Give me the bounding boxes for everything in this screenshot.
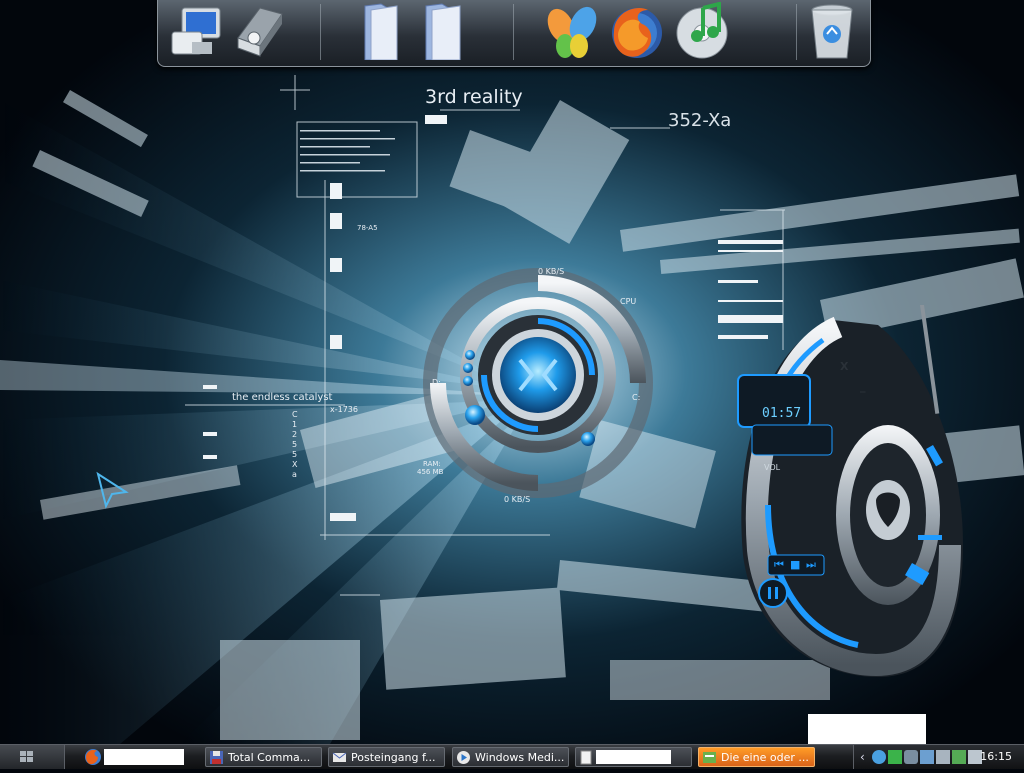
stop-icon[interactable]: ■	[790, 559, 800, 571]
previous-icon[interactable]: ⏮	[774, 559, 784, 571]
my-computer-icon[interactable]	[166, 2, 224, 60]
folder-icon[interactable]	[414, 2, 472, 61]
chevron-left-icon[interactable]: ‹	[860, 748, 865, 766]
wallpaper-vertical-code: C 1 2 5 5 X a	[292, 410, 298, 479]
pause-button[interactable]	[759, 579, 787, 607]
task-label: Die eine oder ...	[721, 751, 809, 764]
wallpaper-code: 352-Xa	[668, 110, 732, 131]
app-tray-icon[interactable]	[920, 750, 934, 764]
network-drive-icon[interactable]	[228, 2, 286, 60]
task-label: Total Comma...	[228, 751, 311, 764]
cpu-label: CPU	[620, 297, 637, 306]
icon-dock	[157, 0, 871, 67]
blank-box	[596, 750, 671, 764]
itunes-icon[interactable]	[673, 1, 731, 60]
wallpaper-title: 3rd reality	[425, 86, 523, 108]
device-tray-icon[interactable]	[936, 750, 950, 764]
media-player-icon	[457, 751, 470, 764]
next-icon[interactable]: ⏭	[806, 559, 816, 571]
media-player-skin[interactable]: 01:57 VOL X _ ⏮ ■ ⏭	[728, 304, 968, 685]
volume-label: VOL	[764, 463, 781, 472]
network-tray-icon[interactable]	[872, 750, 886, 764]
taskbar: Total Comma... Posteingang f... Windows …	[0, 744, 1024, 769]
clock[interactable]: 16:15	[980, 745, 1012, 769]
msn-butterfly-icon[interactable]	[543, 2, 601, 60]
system-tray: ‹ 16:15	[853, 745, 1024, 769]
folder-icon[interactable]	[351, 2, 409, 61]
net-download-label: 0 KB/S	[504, 495, 531, 504]
start-button[interactable]	[0, 745, 65, 769]
windows-logo-icon	[20, 751, 33, 762]
recycle-bin-icon[interactable]	[803, 2, 861, 60]
task-label: Posteingang f...	[351, 751, 436, 764]
media-time-display: 01:57	[762, 406, 802, 421]
blank-box	[104, 749, 184, 765]
task-label: Windows Medi...	[475, 751, 565, 764]
drive-d-label: D:	[432, 378, 441, 387]
connection-tray-icon[interactable]	[888, 750, 902, 764]
ram-label: RAM:	[423, 460, 441, 468]
task-button-browser[interactable]: Die eine oder ...	[698, 747, 815, 767]
dock-separator	[796, 4, 797, 60]
floppy-icon	[210, 751, 223, 764]
close-button[interactable]: X	[840, 360, 848, 373]
firefox-icon[interactable]	[608, 2, 666, 60]
task-button-windows-media[interactable]: Windows Medi...	[452, 747, 569, 767]
minimize-button[interactable]: _	[860, 380, 866, 393]
wallpaper-label: 78-A5	[357, 224, 378, 232]
mail-icon	[332, 752, 347, 762]
security-tray-icon[interactable]	[952, 750, 966, 764]
ram-value: 456 MB	[417, 468, 444, 476]
task-button-mail[interactable]: Posteingang f...	[328, 747, 445, 767]
task-button-document[interactable]	[575, 747, 692, 767]
firefox-quicklaunch-icon[interactable]	[84, 748, 102, 766]
document-icon	[580, 750, 592, 765]
task-button-total-commander[interactable]: Total Comma...	[205, 747, 322, 767]
wallpaper-label: x-1736	[330, 405, 358, 414]
browser-icon	[703, 752, 716, 763]
wallpaper-subtitle: the endless catalyst	[232, 392, 333, 403]
dock-separator	[320, 4, 321, 60]
transport-controls[interactable]: ⏮ ■ ⏭	[772, 557, 822, 573]
volume-tray-icon[interactable]	[904, 750, 918, 764]
net-upload-label: 0 KB/S	[538, 267, 565, 276]
dock-separator	[513, 4, 514, 60]
blank-box	[808, 714, 926, 744]
drive-c-label: C:	[632, 393, 641, 402]
system-monitor-gadget[interactable]: 0 KB/S 0 KB/S CPU C: D: RAM: 456 MB	[417, 265, 660, 505]
